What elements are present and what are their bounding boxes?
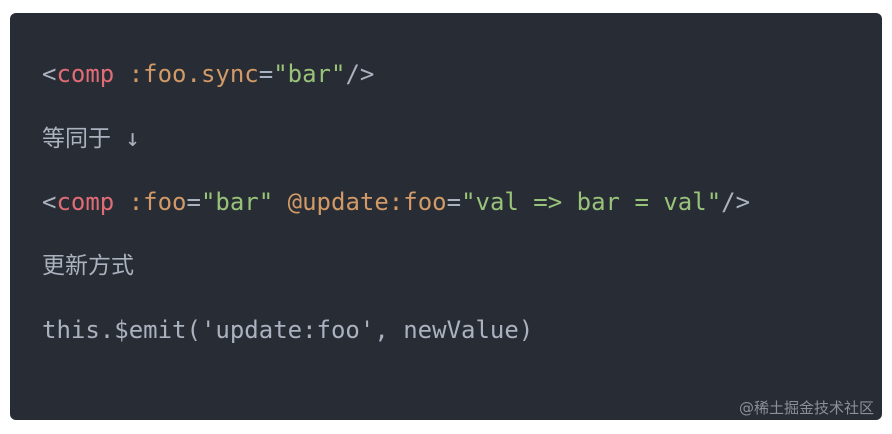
attribute-name: :foo [128,188,187,216]
equivalent-label: 等同于 [42,126,111,152]
code-line-2: 等同于 ↓ [42,121,140,155]
watermark: @稀土掘金技术社区 [738,399,874,417]
tag-open-bracket: < [42,60,57,88]
tag-name: comp [56,60,115,88]
event-binding-name: @update:foo [287,188,447,216]
attribute-name: :foo.sync [128,60,259,88]
equals-sign: = [446,188,462,216]
attribute-value: "bar" [273,60,346,88]
down-arrow-icon: ↓ [111,124,140,152]
equals-sign: = [258,60,274,88]
emit-code-line: this.$emit('update:foo', newValue) [42,316,534,344]
code-block: <comp :foo.sync="bar"/> 等同于 ↓ <comp :foo… [10,13,882,420]
update-method-label: 更新方式 [42,253,134,279]
tag-open-bracket: < [42,188,57,216]
event-handler-value: "val => bar = val" [461,188,722,216]
equals-sign: = [186,188,201,216]
tag-close: /> [345,60,375,88]
tag-name: comp [56,188,115,216]
code-line-1: <comp :foo.sync="bar"/> [42,57,374,91]
tag-close: /> [721,188,751,216]
code-line-3: <comp :foo="bar" @update:foo="val => bar… [42,185,750,219]
attribute-value: "bar" [200,188,274,216]
